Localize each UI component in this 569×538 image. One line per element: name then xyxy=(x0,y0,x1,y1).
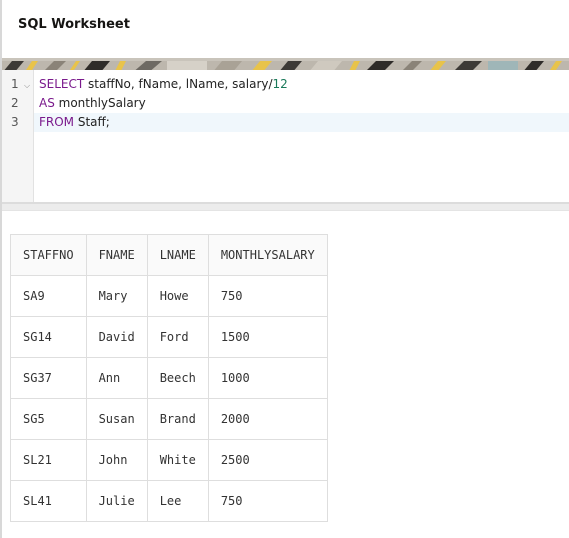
column-header[interactable]: STAFFNO xyxy=(10,234,87,276)
code-line[interactable]: SELECT staffNo, fName, lName, salary/12 xyxy=(39,77,288,91)
table-cell: 2000 xyxy=(207,398,328,440)
table-cell: Ann xyxy=(85,357,148,399)
table-cell: SA9 xyxy=(10,275,87,317)
table-cell: Howe xyxy=(146,275,209,317)
decorative-banner xyxy=(2,58,569,70)
code-text: monthlySalary xyxy=(54,96,146,110)
column-header[interactable]: MONTHLYSALARY xyxy=(207,234,328,276)
table-row: SA9 Mary Howe 750 xyxy=(10,275,328,317)
results-table: STAFFNO FNAME LNAME MONTHLYSALARY SA9 Ma… xyxy=(10,234,328,522)
active-line-highlight xyxy=(34,113,569,132)
table-cell: 2500 xyxy=(207,439,328,481)
table-row: SG14 David Ford 1500 xyxy=(10,316,328,358)
table-cell: Mary xyxy=(85,275,148,317)
table-row: SG37 Ann Beech 1000 xyxy=(10,357,328,399)
table-cell: SL21 xyxy=(10,439,87,481)
line-number: 3 xyxy=(11,115,19,129)
code-text: staffNo, fName, lName, salary/ xyxy=(84,77,273,91)
table-cell: SG37 xyxy=(10,357,87,399)
table-row: SG5 Susan Brand 2000 xyxy=(10,398,328,440)
table-cell: 750 xyxy=(207,275,328,317)
code-number: 12 xyxy=(272,77,288,91)
line-number-gutter: 1 ⌵ 2 3 xyxy=(2,70,34,202)
worksheet-header: SQL Worksheet xyxy=(2,0,569,58)
table-cell: SG14 xyxy=(10,316,87,358)
line-number: 2 xyxy=(11,96,19,110)
sql-keyword: FROM xyxy=(39,115,75,129)
table-cell: Lee xyxy=(146,480,209,522)
table-cell: SL41 xyxy=(10,480,87,522)
fold-chevron-icon[interactable]: ⌵ xyxy=(24,81,30,91)
table-cell: 1500 xyxy=(207,316,328,358)
pane-splitter[interactable] xyxy=(2,203,569,211)
code-line[interactable]: FROM Staff; xyxy=(39,115,110,129)
table-cell: White xyxy=(146,439,209,481)
sql-keyword: SELECT xyxy=(39,77,85,91)
sql-keyword: AS xyxy=(39,96,55,110)
table-cell: David xyxy=(85,316,148,358)
query-results: STAFFNO FNAME LNAME MONTHLYSALARY SA9 Ma… xyxy=(10,234,328,522)
table-row: SL21 John White 2500 xyxy=(10,439,328,481)
table-cell: 1000 xyxy=(207,357,328,399)
line-number: 1 xyxy=(11,77,19,91)
table-cell: Beech xyxy=(146,357,209,399)
table-row: SL41 Julie Lee 750 xyxy=(10,480,328,522)
table-cell: SG5 xyxy=(10,398,87,440)
table-cell: Susan xyxy=(85,398,148,440)
table-cell: John xyxy=(85,439,148,481)
table-header-row: STAFFNO FNAME LNAME MONTHLYSALARY xyxy=(10,234,328,276)
code-line[interactable]: AS monthlySalary xyxy=(39,96,146,110)
column-header[interactable]: FNAME xyxy=(85,234,148,276)
banner-pattern xyxy=(2,61,569,70)
table-cell: Brand xyxy=(146,398,209,440)
column-header[interactable]: LNAME xyxy=(146,234,209,276)
code-text: Staff; xyxy=(74,115,110,129)
table-cell: Julie xyxy=(85,480,148,522)
table-cell: 750 xyxy=(207,480,328,522)
sql-editor[interactable]: 1 ⌵ 2 3 SELECT staffNo, fName, lName, sa… xyxy=(2,70,569,203)
worksheet-title: SQL Worksheet xyxy=(18,17,130,32)
table-cell: Ford xyxy=(146,316,209,358)
